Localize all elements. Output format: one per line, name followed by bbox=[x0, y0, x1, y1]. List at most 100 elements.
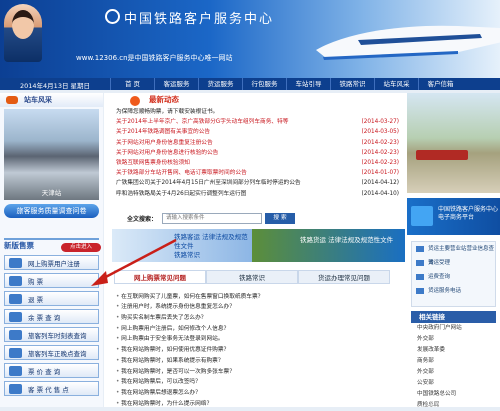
freight-law-banner[interactable]: 铁路货运 法律法规及规范性文件 bbox=[252, 228, 405, 262]
news-item[interactable]: 关于铁路部分车站开售网、电话订票取票时间的公告 (2014-01-07) bbox=[104, 168, 407, 178]
news-item[interactable]: 关于2014年上半年京广、京广高铁部分G字头动车组列车商务、特等 (2014-03… bbox=[104, 117, 407, 127]
news-text: 铁路互联网售票身份核验须知 bbox=[116, 159, 190, 166]
button-label: 票 价 查 询 bbox=[28, 367, 61, 376]
search-icon bbox=[9, 311, 22, 322]
news-text: 关于网站对用户身份信息重复注册公告 bbox=[116, 139, 213, 146]
watermark-text: 我爱IT技术网 bbox=[332, 385, 399, 398]
news-date: (2014-04-10) bbox=[361, 190, 400, 197]
news-date: (2014-02-23) bbox=[361, 159, 400, 166]
ticket-service-header: 新版售票 点击进入 bbox=[4, 238, 101, 252]
refund-ticket-button[interactable]: 退 票 bbox=[4, 291, 99, 306]
related-links-title: 相关链接 bbox=[411, 311, 496, 323]
news-item[interactable]: 关于2014年铁路调图有关事宜的公告 (2014-03-05) bbox=[104, 127, 407, 137]
nav-station-guide[interactable]: 车站引导 bbox=[286, 78, 330, 90]
search-button[interactable]: 搜 索 bbox=[265, 212, 295, 224]
info-item-stations[interactable]: 货运主要营业站营业信息查询 bbox=[412, 242, 495, 266]
nav-rail-knowledge[interactable]: 铁路常识 bbox=[330, 78, 374, 90]
news-item[interactable]: 铁路互联网售票身份核验须知 (2014-02-23) bbox=[104, 158, 407, 168]
faq-item[interactable]: 注册用户时，系统提示身份信息重复怎么办？ bbox=[104, 302, 407, 313]
promo2-label: 铁路货运 法律法规及规范性文件 bbox=[300, 235, 394, 244]
site-subtitle: www.12306.cn是中国铁路客户服务中心唯一网站 bbox=[76, 54, 233, 62]
search-label: 全文搜索： bbox=[127, 215, 158, 223]
news-text: 呼和浩特铁路局关于4月26日起实行调整列车运行图 bbox=[116, 190, 247, 197]
button-label: 客 票 代 售 点 bbox=[28, 385, 69, 394]
news-item[interactable]: 为保障您顺畅购票，请下载安装根证书。 bbox=[104, 107, 407, 117]
search-input[interactable] bbox=[162, 212, 262, 224]
agency-icon bbox=[9, 383, 22, 394]
button-label: 旅客列车时刻表查询 bbox=[28, 331, 87, 340]
news-date: (2014-03-27) bbox=[361, 119, 400, 126]
related-link[interactable]: 中央政府门户网站 bbox=[407, 323, 500, 334]
user-icon bbox=[9, 257, 22, 268]
news-text: 关于网站对用户身份信息进行核验的公告 bbox=[116, 149, 219, 156]
promo1-label: 铁路客运 法律法规及规范性文件 bbox=[174, 232, 248, 250]
button-label: 购 票 bbox=[28, 277, 44, 286]
ecommerce-banner[interactable]: 中国铁路客户服务中心 电子商务平台 bbox=[407, 198, 500, 235]
freight-info-box: 货运主要营业站营业信息查询 货运受理 运费查询 货运服务电话 bbox=[411, 241, 496, 307]
fare-query-button[interactable]: 票 价 查 询 bbox=[4, 363, 99, 378]
ticket-icon bbox=[9, 275, 22, 286]
price-icon bbox=[9, 365, 22, 376]
register-button[interactable]: 网上购票用户注册 bbox=[4, 255, 99, 270]
main-nav: 首 页 客运服务 货运服务 行包服务 车站引导 铁路常识 站车风采 客户信箱 bbox=[110, 78, 462, 90]
clock-icon bbox=[9, 347, 22, 358]
site-title: 中国铁路客户服务中心 bbox=[124, 12, 275, 27]
news-text: 关于2014年铁路调图有关事宜的公告 bbox=[116, 129, 211, 136]
news-date: (2014-04-12) bbox=[361, 180, 400, 187]
train-photo-icon bbox=[416, 150, 468, 160]
station-photo[interactable]: 天津站 bbox=[4, 109, 99, 200]
news-text: 关于2014年上半年京广、京广高铁部分G字头动车组列车商务、特等 bbox=[116, 119, 289, 126]
news-title: 最新动态 bbox=[104, 93, 407, 107]
annotation-arrow-icon bbox=[91, 238, 177, 286]
related-link[interactable]: 外交部 bbox=[407, 334, 500, 345]
news-text: 广铁集团公司关于2014年4月15日广州至深圳间部分列车临时停运的公告 bbox=[116, 180, 301, 187]
customer-service-agent-image bbox=[4, 4, 42, 62]
news-text: 为保障您顺畅购票，请下载安装根证书。 bbox=[116, 109, 219, 115]
high-speed-train-icon bbox=[316, 25, 500, 60]
news-date: (2014-02-23) bbox=[361, 139, 400, 146]
info-item-acceptance[interactable]: 货运受理 bbox=[412, 256, 495, 270]
current-date: 2014年4月13日 星期日 bbox=[20, 82, 91, 90]
news-date: (2014-02-23) bbox=[361, 149, 400, 156]
faq-item[interactable]: 购买实名制车票后丢失了怎么办？ bbox=[104, 313, 407, 324]
header-banner: 中国铁路客户服务中心 www.12306.cn是中国铁路客户服务中心唯一网站 bbox=[0, 0, 500, 78]
nav-station-style[interactable]: 站车风采 bbox=[374, 78, 418, 90]
watermark-logo-icon bbox=[320, 364, 402, 406]
button-label: 旅客列车正晚点查询 bbox=[28, 349, 87, 358]
service-title: 新版售票 bbox=[4, 241, 34, 250]
nav-customer-mailbox[interactable]: 客户信箱 bbox=[418, 78, 462, 90]
info-item-fee[interactable]: 运费查询 bbox=[412, 270, 495, 284]
nav-passenger-service[interactable]: 客运服务 bbox=[154, 78, 198, 90]
button-label: 网上购票用户注册 bbox=[28, 259, 80, 268]
news-item[interactable]: 关于网站对用户身份信息进行核验的公告 (2014-02-23) bbox=[104, 148, 407, 158]
news-date: (2014-01-07) bbox=[361, 170, 400, 177]
remaining-ticket-button[interactable]: 余 票 查 询 bbox=[4, 309, 99, 324]
news-text: 关于铁路部分车站开售网、电话订票取票时间的公告 bbox=[116, 170, 247, 177]
search-bar: 全文搜索： 搜 索 bbox=[104, 212, 407, 226]
news-item[interactable]: 呼和浩特铁路局关于4月26日起实行调整列车运行图 (2014-04-10) bbox=[104, 189, 407, 199]
panel-title: 站车风采 bbox=[0, 93, 103, 107]
tab-rail-knowledge[interactable]: 铁路常识 bbox=[206, 269, 298, 284]
tab-freight-faq[interactable]: 货运办理常见问题 bbox=[298, 269, 390, 284]
nav-freight-service[interactable]: 货运服务 bbox=[198, 78, 242, 90]
news-list: 为保障您顺畅购票，请下载安装根证书。关于2014年上半年京广、京广高铁部分G字头… bbox=[104, 107, 407, 199]
nav-home[interactable]: 首 页 bbox=[110, 78, 154, 90]
train-icon bbox=[9, 329, 22, 340]
faq-item[interactable]: 网上购票用户注册后，如何修改个人信息？ bbox=[104, 324, 407, 335]
info-item-phone[interactable]: 货运服务电话 bbox=[412, 284, 495, 298]
survey-button[interactable]: 旅客服务质量调查问卷 bbox=[4, 204, 99, 218]
ticket-agency-button[interactable]: 客 票 代 售 点 bbox=[4, 381, 99, 396]
scenic-railway-photo bbox=[407, 93, 500, 193]
faq-item[interactable]: 网上购票由于安全事务无法登录到网站。 bbox=[104, 334, 407, 345]
punctuality-button[interactable]: 旅客列车正晚点查询 bbox=[4, 345, 99, 360]
button-label: 退 票 bbox=[28, 295, 44, 304]
buy-ticket-button[interactable]: 购 票 bbox=[4, 273, 99, 288]
refund-icon bbox=[9, 293, 22, 304]
news-date: (2014-03-05) bbox=[361, 129, 400, 136]
station-caption: 天津站 bbox=[41, 189, 62, 197]
news-item[interactable]: 关于网站对用户身份信息重复注册公告 (2014-02-23) bbox=[104, 138, 407, 148]
news-item[interactable]: 广铁集团公司关于2014年4月15日广州至深圳间部分列车临时停运的公告 (2014… bbox=[104, 178, 407, 188]
nav-parcel-service[interactable]: 行包服务 bbox=[242, 78, 286, 90]
watermark-url: www.52ij.com bbox=[430, 400, 472, 407]
timetable-button[interactable]: 旅客列车时刻表查询 bbox=[4, 327, 99, 342]
